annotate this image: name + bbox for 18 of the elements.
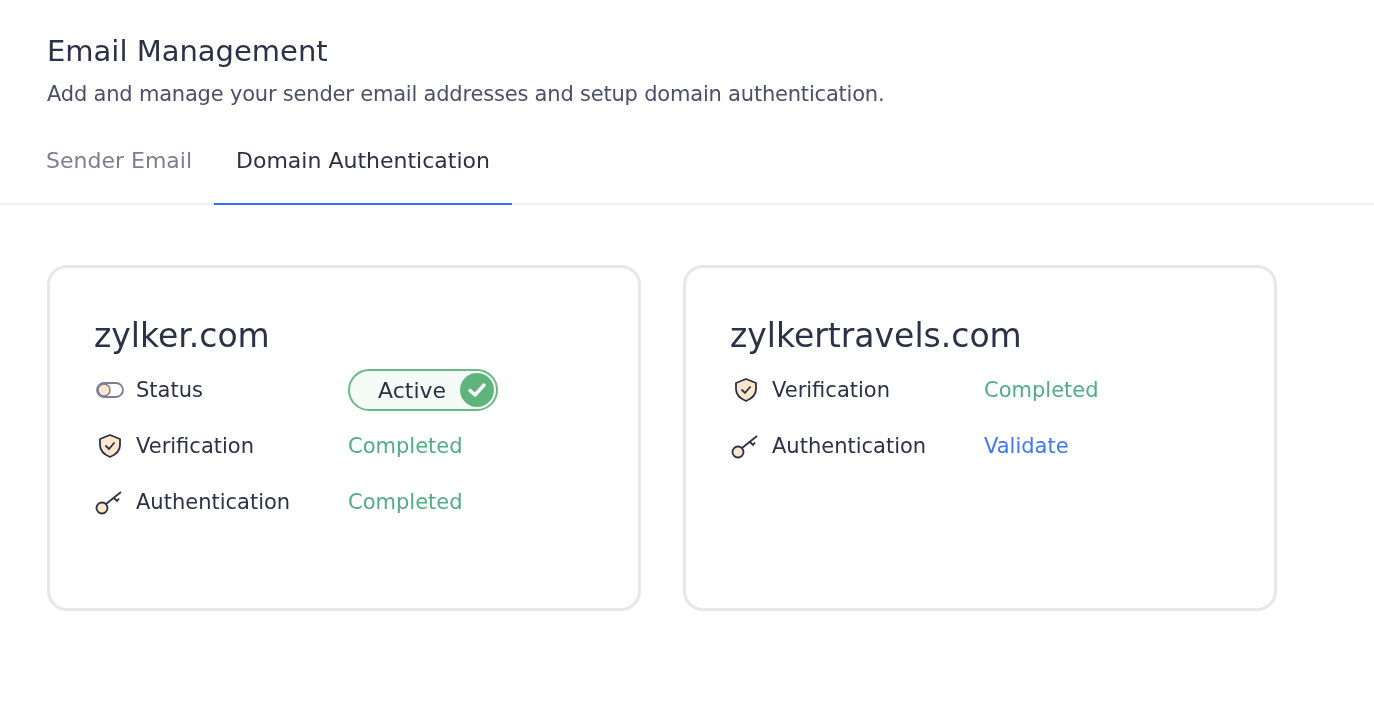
row-label: Verification [136, 434, 255, 458]
check-icon [460, 373, 495, 407]
row-label: Status [136, 378, 204, 402]
row-label: Verification [772, 378, 891, 402]
status-badge[interactable]: Active [348, 369, 499, 411]
domain-name: zylkertravels.com [730, 316, 1023, 355]
status-text: Completed [348, 434, 463, 458]
domain-name: zylker.com [94, 316, 271, 355]
row-label: Authentication [136, 490, 292, 514]
row-label: Authentication [772, 434, 928, 458]
toggle-icon [94, 381, 126, 399]
status-text: Completed [348, 490, 463, 514]
validate-link[interactable]: Validate [984, 434, 1069, 458]
status-text: Completed [984, 378, 1099, 402]
page-subtitle: Add and manage your sender email addresses and setup domain authentication. [47, 82, 886, 106]
page-title: Email Management [47, 34, 329, 68]
tab[interactable]: Sender Email [24, 148, 215, 205]
tab[interactable]: Domain Authentication [214, 148, 512, 205]
